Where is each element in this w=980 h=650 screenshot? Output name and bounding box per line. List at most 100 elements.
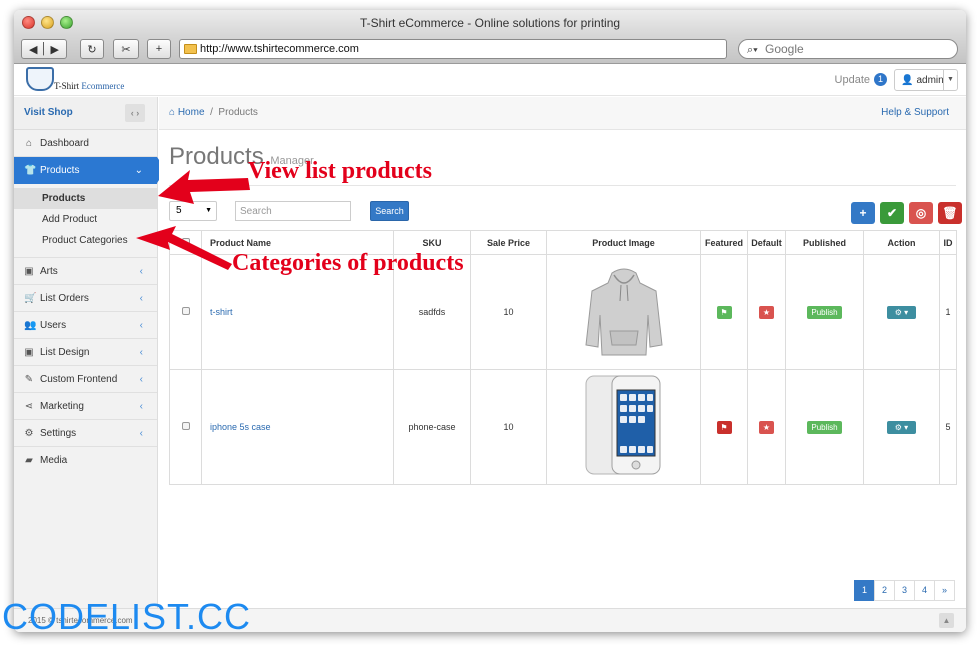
cart-icon: 🛒 xyxy=(24,292,37,304)
minimize-window-button[interactable] xyxy=(41,16,54,29)
product-id: 1 xyxy=(939,254,957,370)
annotation-view-list-products: View list products xyxy=(248,158,433,184)
flag-icon: ⚑ xyxy=(716,420,732,434)
breadcrumb-current: Products xyxy=(218,107,258,118)
add-product-button[interactable]: + xyxy=(851,202,875,224)
gear-icon: ⚙ xyxy=(24,427,34,439)
sidebar-item-custom-frontend[interactable]: ✎ Custom Frontend ‹ xyxy=(14,366,157,393)
row-actions-dropdown[interactable]: ⚙ ▾ xyxy=(863,369,940,485)
product-name-link[interactable]: iphone 5s case xyxy=(201,369,394,485)
page-2-button[interactable]: 2 xyxy=(874,580,895,601)
search-button[interactable]: Search xyxy=(370,201,409,221)
column-product-image: Product Image xyxy=(546,230,701,255)
submenu-item-add-product[interactable]: Add Product xyxy=(14,209,157,230)
sidebar-toggle-icon[interactable]: ‹ › xyxy=(125,104,145,122)
scissors-icon: ✂ xyxy=(121,43,131,56)
zoom-window-button[interactable] xyxy=(60,16,73,29)
visit-shop-link[interactable]: Visit Shop ‹ › xyxy=(14,97,157,130)
logo-text: T-Shirt Ecommerce xyxy=(54,81,125,91)
next-page-button[interactable]: » xyxy=(934,580,955,601)
delete-selected-button[interactable]: 🗑 xyxy=(938,202,962,224)
table-row: iphone 5s case phone-case 10 ⚑ ★ Publish… xyxy=(169,369,957,485)
back-icon[interactable]: ◀ xyxy=(29,43,37,56)
plus-icon: + xyxy=(155,43,163,55)
snippet-button[interactable]: ✂ xyxy=(113,39,139,59)
product-id: 5 xyxy=(939,369,957,485)
column-action: Action xyxy=(863,230,940,255)
search-icon: ⌕▾ xyxy=(747,44,758,56)
pagination: 1 2 3 4 » xyxy=(854,580,955,601)
sidebar-item-dashboard[interactable]: ⌂ Dashboard xyxy=(14,130,157,157)
user-menu-button[interactable]: 👤 admin ▼ xyxy=(894,69,958,91)
featured-toggle[interactable]: ⚑ xyxy=(700,369,748,485)
chevron-left-icon: ‹ xyxy=(139,373,143,385)
sidebar-item-list-design[interactable]: ▣ List Design ‹ xyxy=(14,339,157,366)
reload-button[interactable]: ↻ xyxy=(80,39,104,59)
annotation-categories-of-products: Categories of products xyxy=(232,250,464,276)
per-page-select[interactable]: 5 ▼ xyxy=(169,201,217,221)
published-toggle[interactable]: Publish xyxy=(785,369,864,485)
help-support-link[interactable]: Help & Support xyxy=(881,97,949,129)
chevron-left-icon: ‹ xyxy=(139,319,143,331)
sidebar-item-users[interactable]: 👥 Users ‹ xyxy=(14,312,157,339)
update-label: Update xyxy=(834,73,870,86)
sidebar-item-products[interactable]: 👕 Products ⌄ xyxy=(14,157,166,184)
caret-down-icon[interactable]: ▼ xyxy=(943,70,957,90)
chevron-left-icon: ‹ xyxy=(139,292,143,304)
select-all-checkbox[interactable] xyxy=(169,230,202,255)
url-text: http://www.tshirtecommerce.com xyxy=(200,43,359,55)
page-4-button[interactable]: 4 xyxy=(914,580,935,601)
row-checkbox[interactable] xyxy=(169,369,202,485)
default-toggle[interactable]: ★ xyxy=(747,254,786,370)
browser-search-field[interactable]: ⌕▾ Google xyxy=(738,39,958,59)
pencil-icon: ✎ xyxy=(24,373,34,385)
user-label: admin xyxy=(916,74,944,86)
breadcrumb: ⌂ Home / Products Help & Support xyxy=(159,97,966,130)
sidebar-item-list-orders[interactable]: 🛒 List Orders ‹ xyxy=(14,285,157,312)
title-bar: T-Shirt eCommerce - Online solutions for… xyxy=(14,10,966,36)
chevron-left-icon: ‹ xyxy=(139,400,143,412)
watermark: CODELIST.CC xyxy=(2,596,252,637)
forward-icon[interactable]: ▶ xyxy=(51,43,59,56)
column-featured[interactable]: Featured xyxy=(700,230,748,255)
column-sale-price[interactable]: Sale Price xyxy=(470,230,547,255)
product-price: 10 xyxy=(470,369,547,485)
window-controls xyxy=(22,16,73,29)
publish-selected-button[interactable]: ✔ xyxy=(880,202,904,224)
chevron-left-icon: ‹ xyxy=(139,265,143,277)
sidebar-item-media[interactable]: ▰ Media xyxy=(14,447,157,474)
search-input[interactable] xyxy=(235,201,351,221)
sidebar-item-arts[interactable]: ▣ Arts ‹ xyxy=(14,258,157,285)
folder-icon xyxy=(184,44,197,54)
page-3-button[interactable]: 3 xyxy=(894,580,915,601)
close-window-button[interactable] xyxy=(22,16,35,29)
sidebar-item-settings[interactable]: ⚙ Settings ‹ xyxy=(14,420,157,447)
published-toggle[interactable]: Publish xyxy=(785,254,864,370)
row-actions-dropdown[interactable]: ⚙ ▾ xyxy=(863,254,940,370)
submenu-item-products[interactable]: Products xyxy=(14,188,157,209)
submenu-item-product-categories[interactable]: Product Categories xyxy=(14,230,157,251)
window-title: T-Shirt eCommerce - Online solutions for… xyxy=(359,16,621,30)
column-id[interactable]: ID xyxy=(939,230,957,255)
default-toggle[interactable]: ★ xyxy=(747,369,786,485)
gear-icon: ⚙ ▾ xyxy=(887,305,916,319)
unpublish-selected-button[interactable]: ◎ xyxy=(909,202,933,224)
back-forward-buttons[interactable]: ◀ │ ▶ xyxy=(21,39,67,59)
gear-icon: ⚙ ▾ xyxy=(887,420,916,434)
update-link[interactable]: Update 1 xyxy=(835,73,887,86)
breadcrumb-home[interactable]: ⌂ Home xyxy=(169,107,205,118)
browser-toolbar: ◀ │ ▶ ↻ ✂ + http://www.tshirtecommerce.c… xyxy=(14,36,966,64)
app-header: T-Shirt Ecommerce Update 1 👤 admin ▼ xyxy=(14,64,966,96)
row-checkbox[interactable] xyxy=(169,254,202,370)
featured-toggle[interactable]: ⚑ xyxy=(700,254,748,370)
column-published[interactable]: Published xyxy=(785,230,864,255)
tshirt-icon: 👕 xyxy=(24,165,37,176)
admin-app: T-Shirt Ecommerce Update 1 👤 admin ▼ Vis… xyxy=(14,64,966,632)
new-tab-button[interactable]: + xyxy=(147,39,171,59)
page-1-button[interactable]: 1 xyxy=(854,580,875,601)
logo[interactable]: T-Shirt Ecommerce xyxy=(26,67,126,93)
column-default[interactable]: Default xyxy=(747,230,786,255)
scroll-top-icon[interactable]: ▲ xyxy=(939,613,954,628)
address-bar[interactable]: http://www.tshirtecommerce.com xyxy=(179,39,727,59)
sidebar-item-marketing[interactable]: ⋖ Marketing ‹ xyxy=(14,393,157,420)
